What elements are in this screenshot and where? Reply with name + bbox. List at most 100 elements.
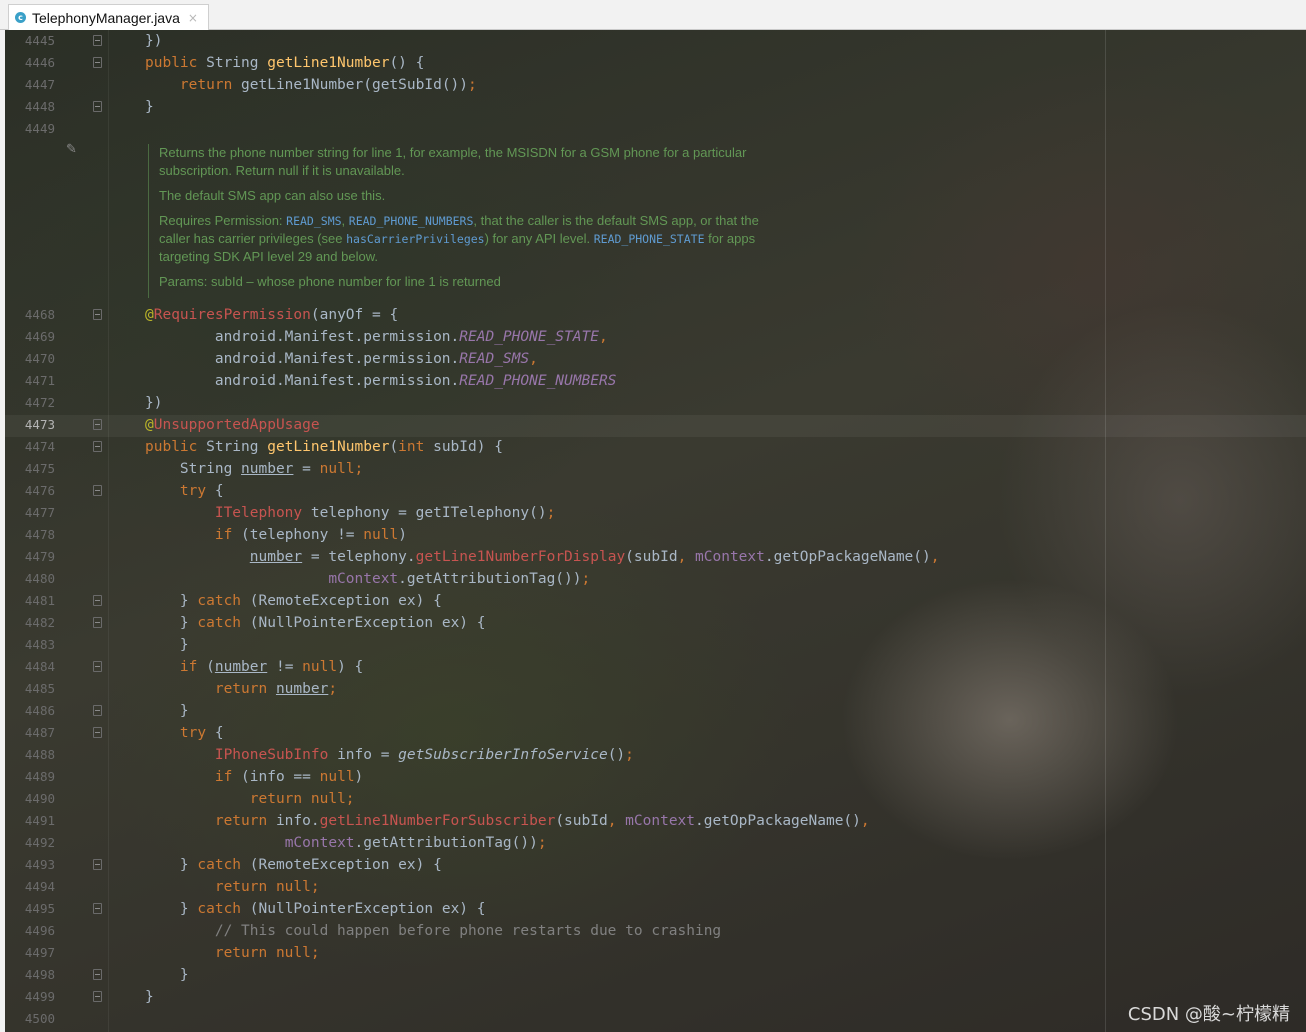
fold-toggle-icon[interactable]: [93, 617, 102, 628]
code-line[interactable]: 4496 // This could happen before phone r…: [0, 920, 1306, 942]
code-line[interactable]: 4449: [0, 118, 1306, 140]
has-carrier-privileges-link[interactable]: hasCarrierPrivileges: [346, 232, 484, 246]
code-text: }): [145, 392, 162, 414]
code-line[interactable]: 4474 public String getLine1Number(int sub…: [0, 436, 1306, 458]
tab-telephony-manager[interactable]: c TelephonyManager.java ×: [8, 4, 209, 30]
code-line[interactable]: 4446 public String getLine1Number() {: [0, 52, 1306, 74]
line-number: 4497: [24, 945, 55, 960]
code-text: ITelephony telephony = getITelephony();: [145, 502, 555, 524]
code-text: return getLine1Number(getSubId());: [145, 74, 477, 96]
code-token: String: [145, 461, 242, 477]
code-line[interactable]: 4479 number = telephony.getLine1NumberFo…: [0, 546, 1306, 568]
doc-perm-sep: ,: [341, 213, 349, 228]
fold-toggle-icon[interactable]: [93, 705, 102, 716]
code-line[interactable]: 4493 } catch (RemoteException ex) {: [0, 854, 1306, 876]
code-line[interactable]: 4447 return getLine1Number(getSubId());: [0, 74, 1306, 96]
line-number: 4477: [24, 505, 55, 520]
code-line[interactable]: 4473 @UnsupportedAppUsage: [0, 414, 1306, 436]
perm-read-phone-state-link[interactable]: READ_PHONE_STATE: [594, 232, 705, 246]
code-line[interactable]: 4483 }: [0, 634, 1306, 656]
code-line[interactable]: 4471 android.Manifest.permission.READ_PH…: [0, 370, 1306, 392]
fold-toggle-icon[interactable]: [93, 309, 102, 320]
code-token: (): [607, 747, 626, 763]
code-line[interactable]: 4488 IPhoneSubInfo info = getSubscriberI…: [0, 744, 1306, 766]
fold-toggle-icon[interactable]: [93, 419, 102, 430]
code-text: number = telephony.getLine1NumberForDisp…: [145, 546, 940, 568]
code-line[interactable]: 4491 return info.getLine1NumberForSubscr…: [0, 810, 1306, 832]
code-line[interactable]: 4468 @RequiresPermission(anyOf = {: [0, 304, 1306, 326]
fold-toggle-icon[interactable]: [93, 35, 102, 46]
code-token: getLine1Number: [267, 55, 390, 71]
code-editor[interactable]: 4445}) 4446 public String getLine1Number()…: [0, 30, 1306, 1032]
line-number: 4483: [24, 637, 55, 652]
line-number: 4469: [24, 329, 55, 344]
fold-toggle-icon[interactable]: [93, 595, 102, 606]
code-line[interactable]: 4485 return number;: [0, 678, 1306, 700]
csdn-watermark: CSDN @酸~柠檬精: [1127, 1004, 1290, 1025]
code-line[interactable]: 4481 } catch (RemoteException ex) {: [0, 590, 1306, 612]
line-number: 4496: [24, 923, 55, 938]
perm-read-sms-link[interactable]: READ_SMS: [286, 214, 341, 228]
code-text: @UnsupportedAppUsage: [145, 414, 320, 436]
code-token: ;: [581, 571, 591, 587]
code-line[interactable]: 4490 return null;: [0, 788, 1306, 810]
close-tab-icon[interactable]: ×: [188, 11, 198, 25]
code-token: telephony = getITelephony(): [310, 505, 547, 521]
code-line[interactable]: 4489 if (info == null): [0, 766, 1306, 788]
code-token: null;: [319, 461, 364, 477]
fold-toggle-icon[interactable]: [93, 101, 102, 112]
fold-toggle-icon[interactable]: [93, 903, 102, 914]
code-line[interactable]: 4494 return null;: [0, 876, 1306, 898]
line-number: 4487: [24, 725, 55, 740]
fold-toggle-icon[interactable]: [93, 57, 102, 68]
fold-toggle-icon[interactable]: [93, 859, 102, 870]
code-line[interactable]: 4477 ITelephony telephony = getITelephon…: [0, 502, 1306, 524]
code-line[interactable]: 4478 if (telephony != null): [0, 524, 1306, 546]
perm-read-phone-numbers-link[interactable]: READ_PHONE_NUMBERS: [349, 214, 474, 228]
code-line[interactable]: 4487 try {: [0, 722, 1306, 744]
code-line[interactable]: 4498 }: [0, 964, 1306, 986]
code-line[interactable]: 4492 mContext.getAttributionTag());: [0, 832, 1306, 854]
code-token: .getAttributionTag()): [354, 835, 538, 851]
code-token: mContext: [625, 813, 696, 829]
code-line[interactable]: 4445}): [0, 30, 1306, 52]
code-token: String: [206, 55, 268, 71]
edit-doc-pencil-icon[interactable]: ✎: [66, 142, 80, 157]
code-line[interactable]: 4499}: [0, 986, 1306, 1008]
code-line[interactable]: 4448}: [0, 96, 1306, 118]
code-text: }: [145, 634, 189, 656]
code-line[interactable]: 4497 return null;: [0, 942, 1306, 964]
code-token: }): [145, 33, 163, 49]
code-token: public: [145, 439, 207, 455]
code-line[interactable]: 4495 } catch (NullPointerException ex) {: [0, 898, 1306, 920]
code-line[interactable]: 4480 mContext.getAttributionTag());: [0, 568, 1306, 590]
code-token: getLine1Number(getSubId()): [241, 77, 469, 93]
code-line[interactable]: 4469 android.Manifest.permission.READ_PH…: [0, 326, 1306, 348]
code-line[interactable]: 4500: [0, 1008, 1306, 1030]
code-line[interactable]: 4484 if (number != null) {: [0, 656, 1306, 678]
line-number: 4490: [24, 791, 55, 806]
code-token: (: [206, 659, 215, 675]
fold-toggle-icon[interactable]: [93, 441, 102, 452]
code-line[interactable]: 4476 try {: [0, 480, 1306, 502]
code-line[interactable]: 4475 String number = null;: [0, 458, 1306, 480]
code-text: android.Manifest.permission.READ_PHONE_S…: [145, 326, 608, 348]
code-token: ITelephony: [214, 505, 311, 521]
code-text: }): [145, 30, 162, 52]
fold-toggle-icon[interactable]: [93, 991, 102, 1002]
code-text: android.Manifest.permission.READ_SMS,: [145, 348, 538, 370]
code-line[interactable]: 4470 android.Manifest.permission.READ_SM…: [0, 348, 1306, 370]
fold-toggle-icon[interactable]: [93, 969, 102, 980]
line-number: 4447: [24, 77, 55, 92]
fold-toggle-icon[interactable]: [93, 727, 102, 738]
code-token: return: [179, 77, 242, 93]
fold-toggle-icon[interactable]: [93, 485, 102, 496]
code-line[interactable]: 4472}): [0, 392, 1306, 414]
code-line[interactable]: 4486 }: [0, 700, 1306, 722]
fold-toggle-icon[interactable]: [93, 661, 102, 672]
code-line[interactable]: 4482 } catch (NullPointerException ex) {: [0, 612, 1306, 634]
